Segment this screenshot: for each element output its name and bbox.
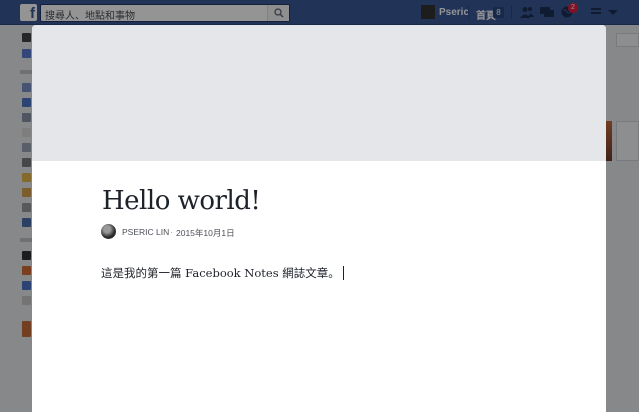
- author-avatar[interactable]: [101, 224, 116, 239]
- note-body-editor[interactable]: 這是我的第一篇 Facebook Notes 網誌文章。: [101, 265, 344, 281]
- author-name[interactable]: PSERIC LIN: [122, 227, 169, 237]
- text-caret: [342, 266, 344, 280]
- meta-separator: ·: [170, 227, 173, 237]
- note-date[interactable]: 2015年10月1日: [176, 227, 235, 239]
- cover-photo-area[interactable]: [32, 25, 606, 161]
- note-dialog: Hello world! PSERIC LIN · 2015年10月1日 這是我…: [32, 25, 606, 412]
- note-title[interactable]: Hello world!: [102, 186, 261, 216]
- note-body-text: 這是我的第一篇 Facebook Notes 網誌文章。: [101, 266, 340, 280]
